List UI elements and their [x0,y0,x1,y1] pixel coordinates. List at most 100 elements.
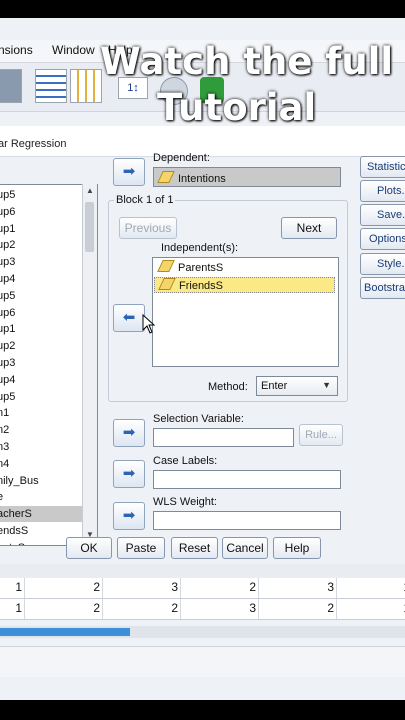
independent-item[interactable]: ParentsS [154,260,335,276]
arrow-right-icon: ➡ [122,424,136,441]
method-value: Enter [261,380,288,392]
ok-button[interactable]: OK [66,537,112,559]
variable-item[interactable]: up1 [0,221,83,237]
table-cell[interactable]: 2 [232,580,256,594]
selection-variable-field[interactable] [153,428,294,447]
toolbar-grid-icon[interactable] [35,69,67,103]
cancel-button[interactable]: Cancel [222,537,268,559]
arrow-right-icon: ➡ [122,163,136,180]
dialog-title: ar Regression [0,138,67,150]
statistics-button[interactable]: Statistics [360,156,405,178]
scale-variable-icon [157,171,175,183]
variable-item[interactable]: up5 [0,389,83,405]
move-selection-button[interactable]: ➡ [113,419,145,447]
dependent-field[interactable]: Intentions [153,167,341,187]
independents-list[interactable]: ParentsS FriendsS [152,257,339,367]
table-cell[interactable]: 2 [154,601,178,615]
previous-button[interactable]: Previous [119,217,177,239]
block-label: Block 1 of 1 [114,194,176,206]
bootstrap-button[interactable]: Bootstrap [360,277,405,299]
variable-item[interactable]: nily_Bus [0,473,83,489]
help-button[interactable]: Help [273,537,321,559]
variable-item[interactable]: up6 [0,305,83,321]
next-button[interactable]: Next [281,217,337,239]
move-dependent-button[interactable]: ➡ [113,158,145,186]
grid-line [180,578,181,598]
table-cell[interactable]: 3 [232,601,256,615]
dependent-label: Dependent: [153,152,210,164]
move-independent-button[interactable]: ⬅ [113,304,145,332]
table-cell[interactable]: 1 [386,601,405,615]
toolbar-table-icon[interactable] [70,69,102,103]
variable-item[interactable]: up3 [0,355,83,371]
table-cell[interactable]: 2 [310,601,334,615]
wls-weight-field[interactable] [153,511,341,530]
independents-label: Independent(s): [161,242,239,254]
grid-line [102,578,103,598]
save-button[interactable]: Save... [360,204,405,226]
variable-item[interactable]: n2 [0,422,83,438]
dependent-value: Intentions [157,171,226,185]
grid-line [258,599,259,619]
variable-item[interactable]: up1 [0,321,83,337]
variable-item[interactable]: e [0,489,83,505]
watermark-line-1: Watch the full [100,40,394,83]
variable-item[interactable]: up4 [0,372,83,388]
grid-line [336,578,337,598]
menu-window[interactable]: Window [52,43,95,57]
variable-list-scrollbar[interactable]: ▲ ▼ [82,184,97,544]
data-grid-header [0,564,405,579]
grid-line [24,578,25,598]
variable-item[interactable]: n1 [0,405,83,421]
variable-item[interactable]: up5 [0,288,83,304]
watermark-line-2: Tutorial [157,86,317,129]
horizontal-scrollbar[interactable] [0,626,405,638]
style-button[interactable]: Style... [360,253,405,275]
method-select[interactable]: Enter ▼ [256,376,338,396]
table-cell[interactable]: 2 [76,580,100,594]
table-cell[interactable]: 2 [76,601,100,615]
grid-line [24,599,25,619]
arrow-right-icon: ➡ [122,507,136,524]
arrow-right-icon: ➡ [122,465,136,482]
case-labels-field[interactable] [153,470,341,489]
grid-line [258,578,259,598]
paste-button[interactable]: Paste [117,537,165,559]
plots-button[interactable]: Plots... [360,180,405,202]
variable-item[interactable]: up3 [0,254,83,270]
toolbar-chart-icon[interactable] [0,69,22,103]
arrow-left-icon: ⬅ [122,309,136,326]
variable-item[interactable]: up5 [0,187,83,203]
variable-item[interactable]: up4 [0,271,83,287]
rule-button[interactable]: Rule... [299,424,343,446]
variable-item[interactable]: acherS [0,506,83,523]
selection-variable-label: Selection Variable: [153,413,244,425]
grid-line [180,599,181,619]
scroll-thumb[interactable] [85,202,94,252]
variable-item[interactable]: up6 [0,204,83,220]
table-cell[interactable]: 3 [154,580,178,594]
scale-variable-icon [157,260,175,272]
menu-extensions[interactable]: nsions [0,43,33,57]
move-wls-weight-button[interactable]: ➡ [113,502,145,530]
variable-item[interactable]: n3 [0,439,83,455]
grid-line [102,599,103,619]
mouse-cursor-icon [142,314,156,334]
table-cell[interactable]: 3 [310,580,334,594]
variable-item[interactable]: n4 [0,456,83,472]
table-row[interactable]: 1 2 2 3 2 1 [0,599,405,620]
table-cell[interactable]: 1 [0,580,22,594]
table-cell[interactable]: 1 [0,601,22,615]
scroll-up-icon[interactable]: ▲ [85,186,95,196]
wls-weight-label: WLS Weight: [153,496,217,508]
options-button[interactable]: Options [360,228,405,250]
independent-item[interactable]: FriendsS [154,277,335,293]
move-case-labels-button[interactable]: ➡ [113,460,145,488]
table-cell[interactable]: 1 [386,580,405,594]
table-row[interactable]: 1 2 3 2 3 1 [0,578,405,599]
variable-item[interactable]: up2 [0,338,83,354]
variable-item[interactable]: up2 [0,237,83,253]
reset-button[interactable]: Reset [171,537,218,559]
method-label: Method: [208,381,248,393]
scroll-thumb[interactable] [0,628,130,636]
